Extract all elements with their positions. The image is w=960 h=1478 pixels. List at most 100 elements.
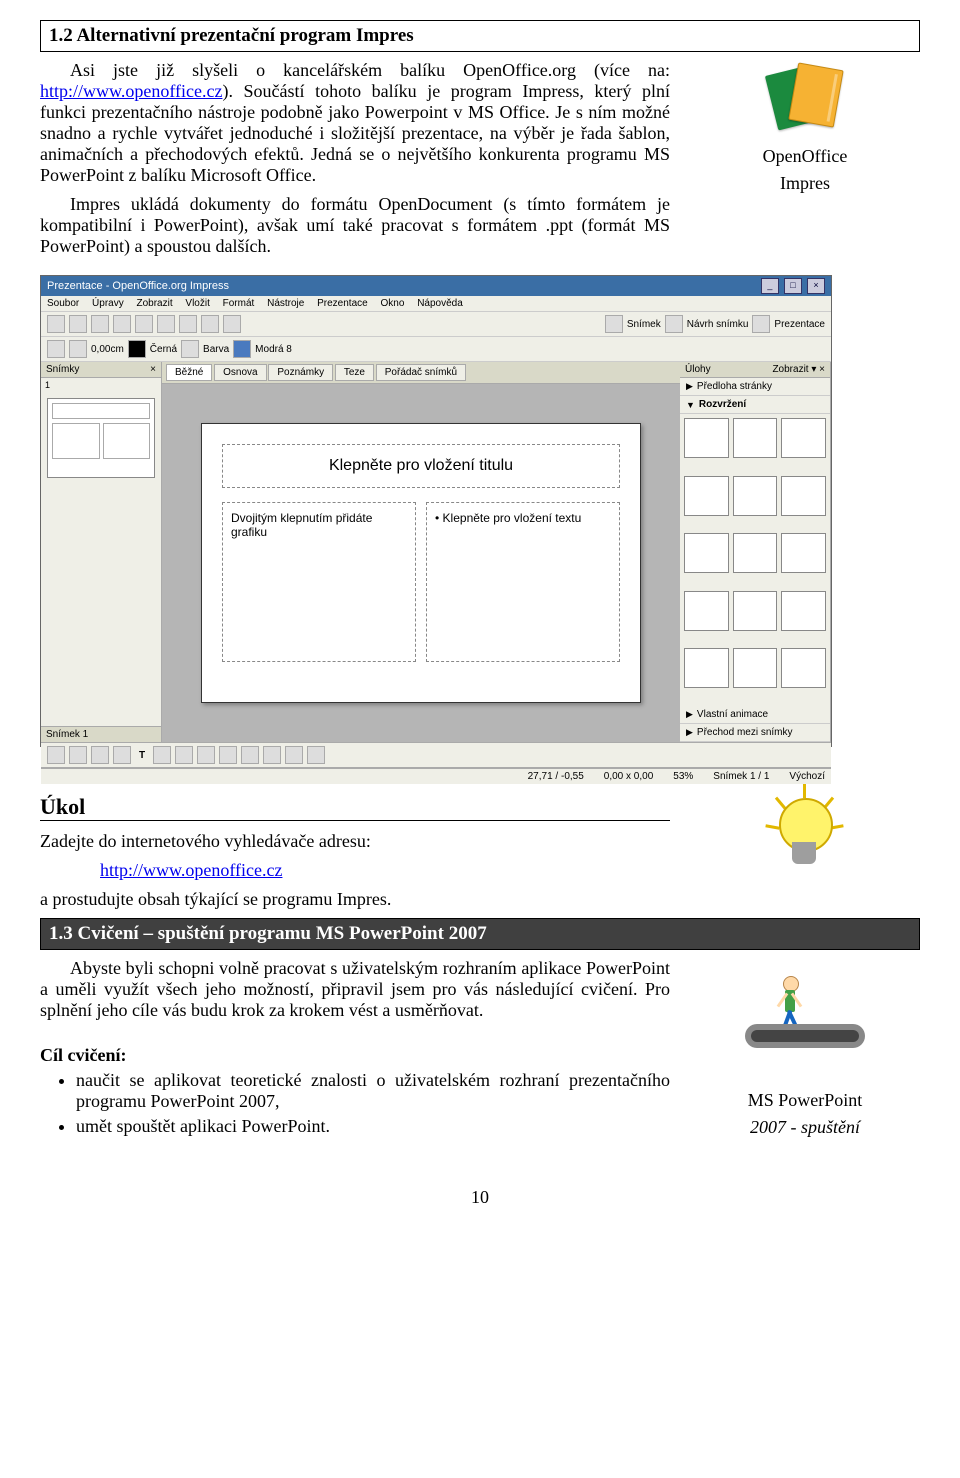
- graphic-placeholder[interactable]: Dvojitým klepnutím přidáte grafiku: [222, 502, 416, 662]
- window-titlebar: Prezentace - OpenOffice.org Impress _ □ …: [41, 276, 831, 296]
- toolbar-redo-icon[interactable]: [223, 315, 241, 333]
- toolbar-save-icon[interactable]: [91, 315, 109, 333]
- menu-soubor[interactable]: Soubor: [47, 298, 79, 309]
- minimize-icon[interactable]: _: [761, 278, 779, 294]
- layout-thumb[interactable]: [684, 476, 729, 516]
- toolbar-new-icon[interactable]: [47, 315, 65, 333]
- window-buttons[interactable]: _ □ ×: [759, 278, 825, 294]
- menu-okno[interactable]: Okno: [381, 298, 405, 309]
- toolbar-design-icon[interactable]: [665, 315, 683, 333]
- title-placeholder[interactable]: Klepněte pro vložení titulu: [222, 444, 620, 488]
- toolbar-1[interactable]: Snímek Návrh snímku Prezentace: [41, 312, 831, 337]
- openoffice-link-2[interactable]: http://www.openoffice.cz: [100, 860, 282, 880]
- fill-label[interactable]: Barva: [203, 344, 229, 355]
- tab-osnova[interactable]: Osnova: [214, 364, 266, 381]
- slides-panel-close-icon[interactable]: ×: [150, 364, 156, 375]
- tab-poznamky[interactable]: Poznámky: [268, 364, 333, 381]
- layout-thumb[interactable]: [733, 476, 778, 516]
- toolbar-undo-icon[interactable]: [201, 315, 219, 333]
- layout-thumb[interactable]: [684, 533, 729, 573]
- menubar[interactable]: Soubor Úpravy Zobrazit Vložit Formát Nás…: [41, 296, 831, 312]
- toolbar-copy-icon[interactable]: [157, 315, 175, 333]
- toolbar-right-snimek[interactable]: Snímek: [627, 319, 661, 330]
- fill-color-swatch[interactable]: [233, 340, 251, 358]
- draw-ellipse-icon[interactable]: [113, 746, 131, 764]
- toolbar-2[interactable]: 0,00cm Černá Barva Modrá 8: [41, 337, 831, 362]
- draw-3d-icon[interactable]: [307, 746, 325, 764]
- slides-panel[interactable]: Snímky × 1 Snímek 1: [41, 362, 162, 742]
- tasks-zobrazit[interactable]: Zobrazit ▾ ×: [772, 364, 825, 375]
- layout-thumb[interactable]: [733, 533, 778, 573]
- draw-line-icon[interactable]: [69, 746, 87, 764]
- close-icon[interactable]: ×: [807, 278, 825, 294]
- window-title: Prezentace - OpenOffice.org Impress: [47, 280, 229, 292]
- draw-stars-icon[interactable]: [285, 746, 303, 764]
- fill-color-name[interactable]: Modrá 8: [255, 344, 292, 355]
- task-prechod[interactable]: ▶Přechod mezi snímky: [680, 724, 830, 742]
- layout-thumb[interactable]: [733, 591, 778, 631]
- slides-panel-title: Snímky: [46, 364, 79, 375]
- layout-thumb[interactable]: [781, 418, 826, 458]
- openoffice-link-1[interactable]: http://www.openoffice.cz: [40, 81, 222, 101]
- tab-teze[interactable]: Teze: [335, 364, 374, 381]
- draw-callout-icon[interactable]: [263, 746, 281, 764]
- section-heading-1_2: 1.2 Alternativní prezentační program Imp…: [40, 20, 920, 52]
- toolbar-print-icon[interactable]: [113, 315, 131, 333]
- slide-thumbnail-1[interactable]: [47, 398, 155, 478]
- toolbar-right-prez[interactable]: Prezentace: [774, 319, 825, 330]
- menu-nastroje[interactable]: Nástroje: [267, 298, 304, 309]
- ukol-p1: Zadejte do internetového vyhledávače adr…: [40, 831, 670, 852]
- draw-flowchart-icon[interactable]: [241, 746, 259, 764]
- tab-poradac[interactable]: Pořádač snímků: [376, 364, 466, 381]
- layout-thumb[interactable]: [781, 533, 826, 573]
- tasks-panel[interactable]: Úlohy Zobrazit ▾ × ▶Předloha stránky ▼Ro…: [680, 362, 831, 742]
- toolbar-cut-icon[interactable]: [135, 315, 153, 333]
- draw-shapes-icon[interactable]: [197, 746, 215, 764]
- line-color-swatch[interactable]: [128, 340, 146, 358]
- line-color-name[interactable]: Černá: [150, 344, 177, 355]
- draw-curve-icon[interactable]: [153, 746, 171, 764]
- layouts-grid[interactable]: [680, 414, 830, 706]
- tab-bezne[interactable]: Běžné: [166, 364, 212, 381]
- text-placeholder[interactable]: • Klepněte pro vložení textu: [426, 502, 620, 662]
- draw-select-icon[interactable]: [47, 746, 65, 764]
- drawing-toolbar[interactable]: T: [41, 742, 831, 768]
- draw-rect-icon[interactable]: [91, 746, 109, 764]
- layout-thumb[interactable]: [684, 648, 729, 688]
- draw-connector-icon[interactable]: [175, 746, 193, 764]
- maximize-icon[interactable]: □: [784, 278, 802, 294]
- layout-thumb[interactable]: [781, 648, 826, 688]
- task-rozvrzeni[interactable]: ▼Rozvržení: [680, 396, 830, 414]
- view-tabs[interactable]: Běžné Osnova Poznámky Teze Pořádač snímk…: [162, 362, 680, 384]
- layout-thumb[interactable]: [684, 591, 729, 631]
- task-predloha[interactable]: ▶Předloha stránky: [680, 378, 830, 396]
- slide-canvas[interactable]: Klepněte pro vložení titulu Dvojitým kle…: [162, 384, 680, 742]
- sidebar-1: OpenOffice Impres: [690, 60, 920, 194]
- menu-prezentace[interactable]: Prezentace: [317, 298, 368, 309]
- menu-format[interactable]: Formát: [223, 298, 255, 309]
- slide-editor[interactable]: Klepněte pro vložení titulu Dvojitým kle…: [201, 423, 641, 703]
- task-animace[interactable]: ▶Vlastní animace: [680, 706, 830, 724]
- status-zoom[interactable]: 53%: [673, 771, 693, 782]
- draw-arrows-icon[interactable]: [219, 746, 237, 764]
- line-icon[interactable]: [69, 340, 87, 358]
- layout-thumb[interactable]: [781, 476, 826, 516]
- layout-thumb[interactable]: [733, 648, 778, 688]
- layout-thumb[interactable]: [733, 418, 778, 458]
- toolbar-open-icon[interactable]: [69, 315, 87, 333]
- menu-vlozit[interactable]: Vložit: [185, 298, 209, 309]
- lightbulb-icon: [769, 790, 841, 890]
- line-width[interactable]: 0,00cm: [91, 344, 124, 355]
- arrow-icon[interactable]: [47, 340, 65, 358]
- toolbar-slide-icon[interactable]: [605, 315, 623, 333]
- menu-napoveda[interactable]: Nápověda: [417, 298, 463, 309]
- toolbar-presentation-icon[interactable]: [752, 315, 770, 333]
- toolbar-right-navrh[interactable]: Návrh snímku: [687, 319, 749, 330]
- layout-thumb[interactable]: [684, 418, 729, 458]
- fill-icon[interactable]: [181, 340, 199, 358]
- menu-upravy[interactable]: Úpravy: [92, 298, 124, 309]
- draw-text-icon[interactable]: T: [135, 750, 149, 761]
- menu-zobrazit[interactable]: Zobrazit: [137, 298, 173, 309]
- toolbar-paste-icon[interactable]: [179, 315, 197, 333]
- layout-thumb[interactable]: [781, 591, 826, 631]
